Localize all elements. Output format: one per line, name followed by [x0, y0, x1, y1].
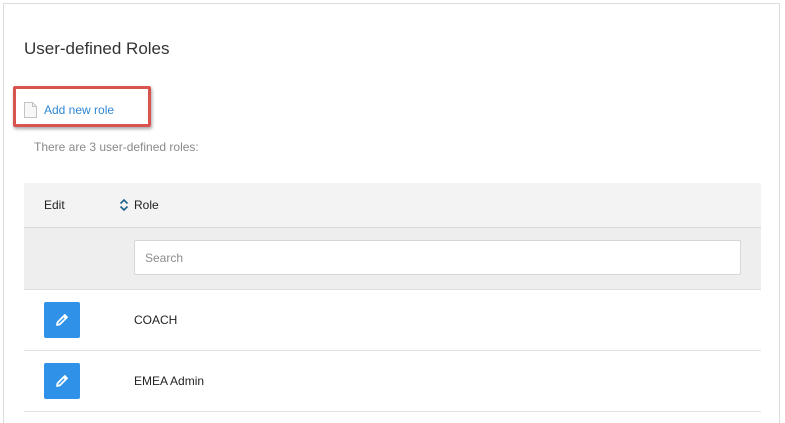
roles-count-text: There are 3 user-defined roles:	[34, 140, 199, 154]
edit-button[interactable]	[44, 363, 80, 399]
pencil-icon	[56, 314, 68, 326]
table-row: COACH	[24, 290, 761, 351]
roles-panel: User-defined Roles Add new role There ar…	[3, 3, 780, 423]
filter-row	[24, 228, 761, 290]
column-header-role[interactable]: Role	[119, 198, 159, 212]
document-icon	[24, 102, 37, 118]
role-name: COACH	[134, 313, 178, 327]
sort-icon	[119, 198, 129, 212]
roles-table: Edit Role COACH	[24, 183, 761, 412]
role-header-label: Role	[134, 198, 159, 212]
pencil-icon	[56, 375, 68, 387]
edit-button[interactable]	[44, 302, 80, 338]
add-new-role-label: Add new role	[44, 103, 115, 117]
page-title: User-defined Roles	[24, 39, 170, 58]
search-input[interactable]	[134, 240, 741, 275]
table-header: Edit Role	[24, 183, 761, 228]
table-row: EMEA Admin	[24, 351, 761, 412]
add-new-role-link[interactable]: Add new role	[24, 102, 114, 118]
column-header-edit: Edit	[44, 198, 65, 212]
role-name: EMEA Admin	[134, 374, 205, 388]
